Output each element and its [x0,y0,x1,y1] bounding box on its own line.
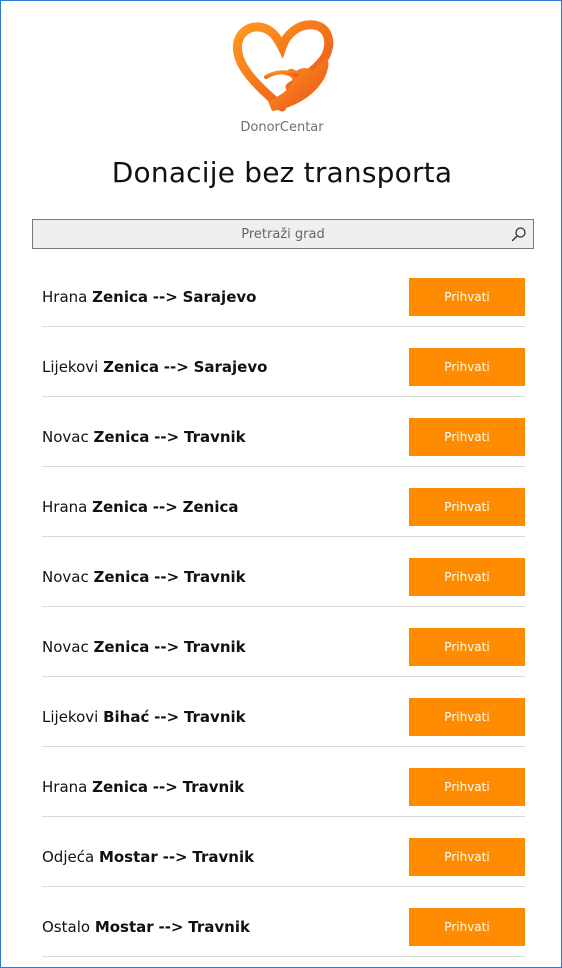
origin-city: Zenica [93,428,150,446]
route-arrow: --> [152,288,178,306]
divider [42,396,525,397]
list-item: Lijekovi Bihać --> Travnik Prihvati [42,682,525,752]
donation-type: Lijekovi [42,708,99,726]
route-arrow: --> [154,428,180,446]
donation-route: Ostalo Mostar --> Travnik [42,918,250,936]
divider [42,326,525,327]
list-item: Lijekovi Zenica --> Sarajevo Prihvati [42,332,525,402]
divider [42,466,525,467]
divider [42,886,525,887]
list-item: Ostalo Mostar --> Travnik Prihvati [42,892,525,962]
donation-route: Hrana Zenica --> Sarajevo [42,288,256,306]
accept-button[interactable]: Prihvati [409,628,525,666]
donation-type: Novac [42,638,89,656]
origin-city: Zenica [92,288,149,306]
destination-city: Travnik [188,918,250,936]
origin-city: Zenica [103,358,159,376]
donation-type: Lijekovi [42,358,99,376]
donation-route: Novac Zenica --> Travnik [42,428,246,446]
donation-type: Hrana [42,498,88,516]
accept-button[interactable]: Prihvati [409,488,525,526]
route-arrow: --> [154,638,180,656]
donation-route: Hrana Zenica --> Zenica [42,498,239,516]
list-item: Hrana Zenica --> Travnik Prihvati [42,752,525,822]
accept-button[interactable]: Prihvati [409,698,525,736]
accept-button[interactable]: Prihvati [409,768,525,806]
destination-city: Travnik [192,848,255,866]
search-box[interactable] [32,219,534,249]
donation-list: Hrana Zenica --> Sarajevo Prihvati Lijek… [42,262,525,962]
route-arrow: --> [154,708,180,726]
destination-city: Zenica [182,498,239,516]
list-item: Hrana Zenica --> Zenica Prihvati [42,472,525,542]
origin-city: Zenica [92,498,149,516]
divider [42,746,525,747]
donation-type: Hrana [42,288,88,306]
accept-button[interactable]: Prihvati [409,558,525,596]
donation-route: Odjeća Mostar --> Travnik [42,848,254,866]
list-item: Hrana Zenica --> Sarajevo Prihvati [42,262,525,332]
destination-city: Travnik [183,638,246,656]
divider [42,816,525,817]
divider [42,956,525,957]
route-arrow: --> [152,778,178,796]
search-icon[interactable] [511,226,527,242]
origin-city: Bihać [103,708,150,726]
accept-button[interactable]: Prihvati [409,418,525,456]
accept-button[interactable]: Prihvati [409,278,525,316]
list-item: Novac Zenica --> Travnik Prihvati [42,542,525,612]
route-arrow: --> [154,568,180,586]
app-window: DonorCentar Donacije bez transporta Hran… [0,0,562,968]
route-arrow: --> [152,498,178,516]
divider [42,676,525,677]
donation-route: Novac Zenica --> Travnik [42,638,246,656]
origin-city: Mostar [98,848,158,866]
donation-type: Odjeća [42,848,95,866]
donation-type: Ostalo [42,918,91,936]
origin-city: Mostar [94,918,154,936]
destination-city: Sarajevo [193,358,268,376]
accept-button[interactable]: Prihvati [409,838,525,876]
destination-city: Travnik [182,778,245,796]
page-title: Donacije bez transporta [111,156,453,189]
list-item: Novac Zenica --> Travnik Prihvati [42,612,525,682]
origin-city: Zenica [93,638,150,656]
divider [42,536,525,537]
accept-button[interactable]: Prihvati [409,908,525,946]
route-arrow: --> [162,848,188,866]
destination-city: Travnik [183,568,246,586]
list-item: Odjeća Mostar --> Travnik Prihvati [42,822,525,892]
brand-name: DonorCentar [240,120,324,135]
donation-type: Novac [42,428,89,446]
route-arrow: --> [163,358,189,376]
heart-hand-icon [232,20,334,112]
donation-route: Novac Zenica --> Travnik [42,568,246,586]
origin-city: Zenica [92,778,149,796]
origin-city: Zenica [93,568,150,586]
donation-route: Hrana Zenica --> Travnik [42,778,244,796]
accept-button[interactable]: Prihvati [409,348,525,386]
destination-city: Travnik [183,708,246,726]
donation-type: Hrana [42,778,88,796]
destination-city: Travnik [183,428,246,446]
donation-route: Lijekovi Zenica --> Sarajevo [42,358,267,376]
destination-city: Sarajevo [182,288,257,306]
search-input[interactable] [33,220,533,248]
route-arrow: --> [158,918,184,936]
list-item: Novac Zenica --> Travnik Prihvati [42,402,525,472]
divider [42,606,525,607]
donation-route: Lijekovi Bihać --> Travnik [42,708,246,726]
donation-type: Novac [42,568,89,586]
